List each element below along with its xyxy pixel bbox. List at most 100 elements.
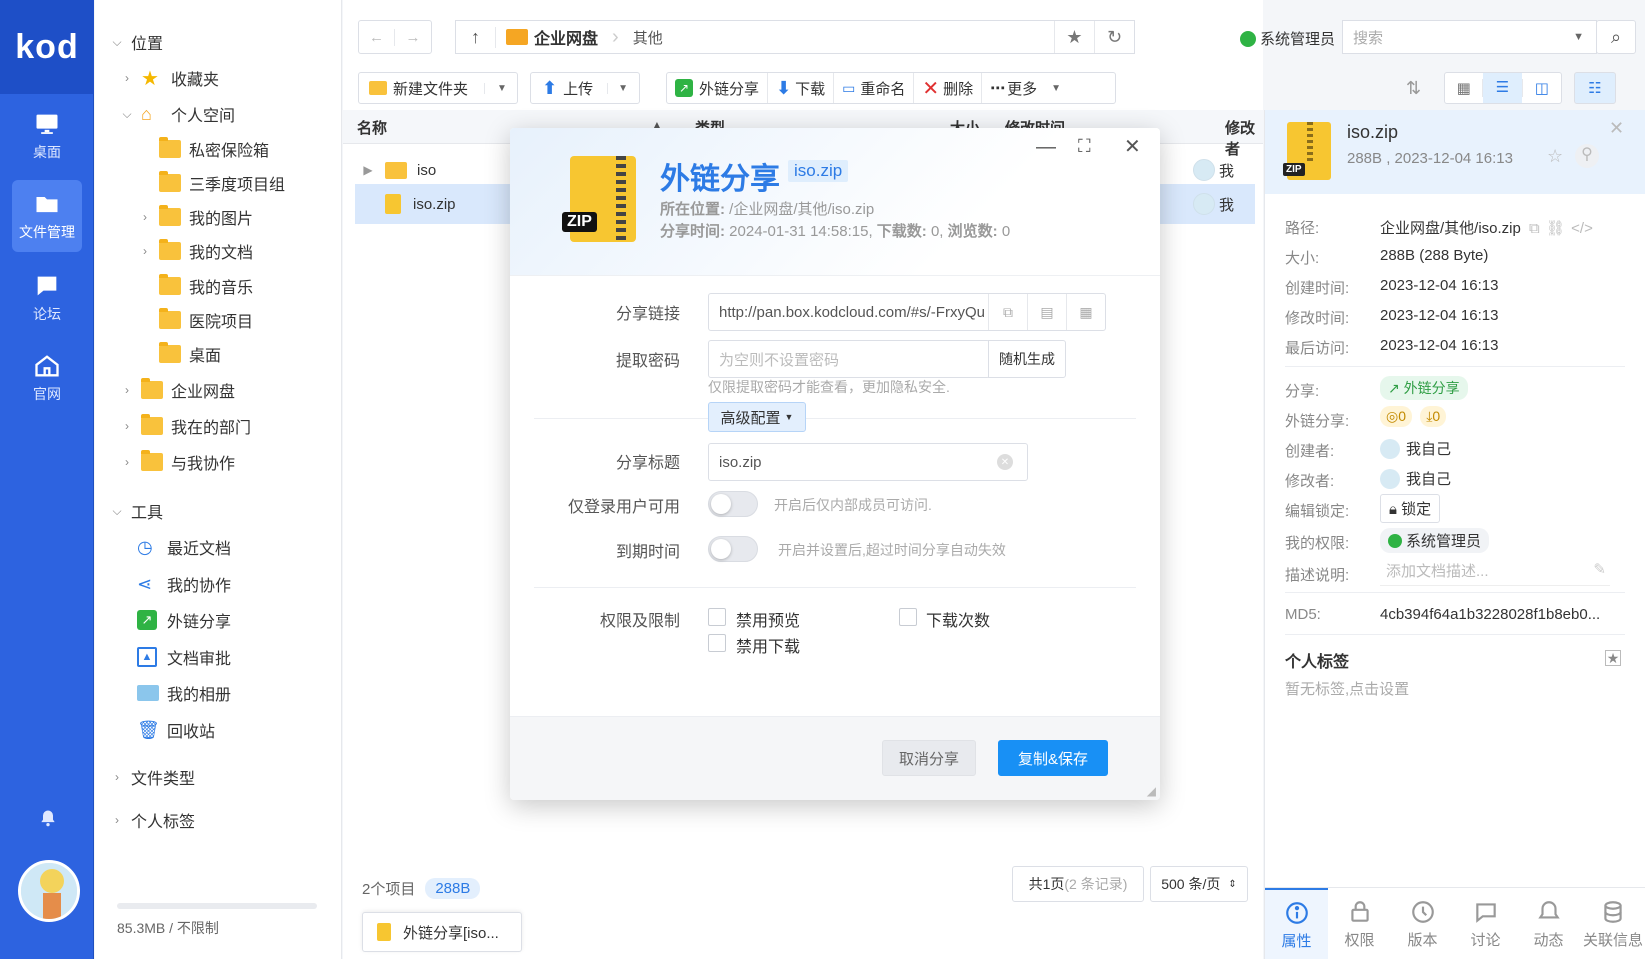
password-input[interactable]: 为空则不设置密码 xyxy=(708,340,990,378)
description-input[interactable]: 添加文档描述... ✎ xyxy=(1380,560,1610,586)
delete-action[interactable]: ✕ 删除 xyxy=(914,73,983,103)
tree-item-collab[interactable]: › 与我协作 xyxy=(119,448,235,476)
toggle-detail-panel[interactable]: ☷ xyxy=(1574,72,1616,104)
tree-item-vault[interactable]: 私密保险箱 xyxy=(159,135,269,163)
chevron-right-icon: › xyxy=(125,419,129,433)
tree-item-personal-space[interactable]: ⌵ ⌂ 个人空间 xyxy=(119,100,235,128)
breadcrumb-item[interactable]: 其他 xyxy=(633,27,663,48)
new-folder-button[interactable]: 新建文件夹 ▼ xyxy=(358,72,518,104)
download-action[interactable]: ⬇ 下载 xyxy=(768,73,835,103)
download-limit-checkbox[interactable] xyxy=(899,608,917,626)
cancel-share-button[interactable]: 取消分享 xyxy=(882,740,976,776)
tab-versions[interactable]: 版本 xyxy=(1391,888,1454,959)
search-button[interactable]: ⌕ xyxy=(1596,20,1636,54)
login-only-toggle[interactable] xyxy=(708,491,758,517)
refresh-icon[interactable]: ↻ xyxy=(1094,21,1134,53)
advanced-config-button[interactable]: 高级配置 ▼ xyxy=(708,402,806,432)
close-icon[interactable]: ✕ xyxy=(1124,134,1141,159)
rename-action[interactable]: ▭ 重命名 xyxy=(834,73,915,103)
tool-trash[interactable]: 🗑 回收站 xyxy=(137,716,215,744)
tree-file-types-label: 文件类型 xyxy=(131,771,196,788)
chevron-right-icon[interactable]: ▶ xyxy=(355,163,381,177)
tool-collab[interactable]: ⋖ 我的协作 xyxy=(137,570,231,598)
detail-share-value[interactable]: ↗ 外链分享 xyxy=(1380,376,1468,400)
lock-button[interactable]: 🔒︎ 锁定 xyxy=(1380,494,1441,523)
minimize-icon[interactable]: — xyxy=(1036,136,1056,159)
tool-link-share[interactable]: ↗ 外链分享 xyxy=(137,606,231,634)
tree-item-label: 收藏夹 xyxy=(171,72,220,89)
expire-toggle[interactable] xyxy=(708,536,758,562)
tree-item-documents[interactable]: › 我的文档 xyxy=(137,237,253,265)
nav-desktop[interactable]: 桌面 xyxy=(12,100,82,172)
per-page-select[interactable]: 500 条/页 ⇕ xyxy=(1150,866,1248,902)
tree-item-desktop[interactable]: 桌面 xyxy=(159,340,221,368)
bell-icon[interactable] xyxy=(38,808,58,828)
tree-personal-tags[interactable]: › 个人标签 xyxy=(109,806,195,834)
copy-save-button[interactable]: 复制&保存 xyxy=(998,740,1108,776)
pin-icon[interactable]: ⚲ xyxy=(1575,144,1599,168)
nav-forum[interactable]: 论坛 xyxy=(12,262,82,334)
tab-permissions[interactable]: 权限 xyxy=(1328,888,1391,959)
search-input[interactable]: 搜索 ▼ xyxy=(1342,20,1597,54)
tab-attributes[interactable]: 属性 xyxy=(1265,888,1328,959)
caret-down-icon[interactable]: ▼ xyxy=(1573,31,1584,43)
tree-item-enterprise[interactable]: › 企业网盘 xyxy=(119,376,235,404)
disable-preview-checkbox[interactable] xyxy=(708,608,726,626)
tab-related[interactable]: 关联信息 xyxy=(1580,888,1645,959)
random-password-button[interactable]: 随机生成 xyxy=(988,340,1066,378)
breadcrumb-item[interactable]: 企业网盘 xyxy=(534,25,598,49)
user-avatar[interactable] xyxy=(18,860,80,922)
tree-tools-header[interactable]: ⌵ 工具 xyxy=(109,497,163,525)
close-icon[interactable]: ✕ xyxy=(1609,118,1624,139)
link-share-icon: ↗ xyxy=(137,610,157,630)
bookmark-icon[interactable]: ★ xyxy=(1605,650,1621,666)
share-title-input[interactable]: iso.zip ✕ xyxy=(708,443,1028,481)
link-icon[interactable]: ⛓ xyxy=(1546,220,1565,237)
tree-item-pictures[interactable]: › 我的图片 xyxy=(137,203,253,231)
split-view-icon[interactable]: ◫ xyxy=(1521,79,1561,97)
star-icon[interactable]: ★ xyxy=(1054,21,1094,53)
copy-icon[interactable]: ⧉ xyxy=(1529,220,1540,237)
dialog-header: — ⛶ ✕ ZIP 外链分享 iso.zip 所在位置: /企业网盘/其他/is… xyxy=(510,128,1160,276)
tree-item-hospital[interactable]: 医院项目 xyxy=(159,306,253,334)
personal-tags-hint[interactable]: 暂无标签,点击设置 xyxy=(1285,678,1409,699)
disable-download-checkbox[interactable] xyxy=(708,634,726,652)
share-action[interactable]: ↗ 外链分享 xyxy=(667,73,769,103)
tool-approval[interactable]: ▲ 文档审批 xyxy=(137,643,231,671)
tool-album[interactable]: 我的相册 xyxy=(137,679,231,707)
list-view-icon[interactable]: ☰ xyxy=(1483,73,1522,103)
column-header[interactable]: 名称 xyxy=(357,117,387,138)
nav-file-manager[interactable]: 文件管理 xyxy=(12,180,82,252)
more-action[interactable]: ⋯ 更多 ▼ xyxy=(982,73,1069,103)
grid-view-icon[interactable]: ▦ xyxy=(1445,79,1484,97)
clear-icon[interactable]: ✕ xyxy=(997,454,1013,470)
star-icon[interactable]: ☆ xyxy=(1547,146,1563,167)
tree-file-types[interactable]: › 文件类型 xyxy=(109,763,195,791)
back-arrow-icon[interactable]: ← xyxy=(359,28,395,46)
tool-recent[interactable]: ◷ 最近文档 xyxy=(137,533,231,561)
code-icon[interactable]: </> xyxy=(1571,220,1593,237)
tree-item-department[interactable]: › 我在的部门 xyxy=(119,412,251,440)
tree-location-header[interactable]: ⌵ 位置 xyxy=(109,28,163,56)
copy-icon[interactable]: ▤ xyxy=(1027,294,1066,330)
caret-down-icon[interactable]: ▼ xyxy=(607,82,628,94)
nav-website[interactable]: 官网 xyxy=(12,342,82,414)
up-arrow-icon[interactable]: ↑ xyxy=(456,26,496,48)
app-logo[interactable]: kod xyxy=(0,0,94,94)
taskbar-item[interactable]: 外链分享[iso... xyxy=(362,912,522,952)
sort-icon[interactable]: ⇅ xyxy=(1406,78,1421,99)
caret-down-icon[interactable]: ▼ xyxy=(484,82,507,94)
resize-handle-icon[interactable]: ◢ xyxy=(1147,784,1156,798)
open-external-icon[interactable]: ⧉ xyxy=(988,294,1027,330)
nav-file-manager-label: 文件管理 xyxy=(19,224,75,240)
upload-button[interactable]: ⬆ 上传 ▼ xyxy=(530,72,640,104)
qrcode-icon[interactable]: ▦ xyxy=(1066,294,1105,330)
tree-item-q3-group[interactable]: 三季度项目组 xyxy=(159,169,285,197)
tree-item-favorites[interactable]: › ★ 收藏夹 xyxy=(119,64,219,92)
current-user[interactable]: 系统管理员 xyxy=(1240,28,1335,49)
tab-discussion[interactable]: 讨论 xyxy=(1454,888,1517,959)
forward-arrow-icon[interactable]: → xyxy=(395,29,431,46)
tab-activity[interactable]: 动态 xyxy=(1517,888,1580,959)
tree-item-music[interactable]: 我的音乐 xyxy=(159,272,253,300)
maximize-icon[interactable]: ⛶ xyxy=(1078,136,1091,157)
